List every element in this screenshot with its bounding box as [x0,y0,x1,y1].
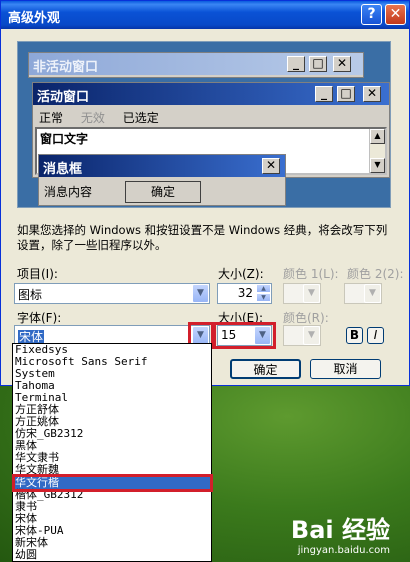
scroll-up-icon: ▲ [370,129,385,144]
active-window-title: 活动窗口 [33,83,389,105]
list-item[interactable]: 宋体-PUA [13,524,211,537]
spin-down-icon[interactable]: ▼ [256,293,271,302]
chevron-down-icon[interactable]: ▼ [192,284,209,303]
maximize-icon: □ [337,86,355,102]
inactive-window: 非活动窗口 _ □ ✕ [28,52,364,78]
preview-scrollbar: ▲ ▼ [369,129,385,173]
item-select-value: 图标 [18,288,43,302]
close-icon: ✕ [262,158,280,174]
font-color-picker: ▼ [283,325,321,346]
maximize-icon: □ [309,56,327,72]
color2-label: 颜色 2(2): [347,267,404,281]
cancel-button[interactable]: 取消 [310,359,381,379]
advanced-appearance-dialog: 高级外观 ? ✕ 非活动窗口 _ □ ✕ 活动窗口 _ □ ✕ 正常 无效 已选… [0,0,410,386]
item-label: 项目(I): [17,267,58,281]
color1-label: 颜色 1(L): [283,267,339,281]
dialog-title: 高级外观 [8,11,61,26]
close-button[interactable]: ✕ [385,4,406,25]
chevron-down-icon: ▼ [364,284,381,303]
size-label: 大小(Z): [218,267,264,281]
message-box-text: 消息内容 [44,185,93,199]
size-spinner-value: 32 [237,286,253,300]
highlight-box-font-size [213,322,276,349]
dialog-titlebar[interactable]: 高级外观 ? ✕ [1,1,409,29]
message-box: 消息框 ✕ 消息内容 确定 [38,154,286,206]
list-item[interactable]: 幼圆 [13,548,211,561]
color1-picker: ▼ [283,283,321,304]
menu-normal: 正常 [39,111,64,125]
watermark-url: jingyan.baidu.com [297,545,390,556]
preview-area: 非活动窗口 _ □ ✕ 活动窗口 _ □ ✕ 正常 无效 已选定 窗口文字 ▲ … [17,41,391,208]
list-item[interactable]: 仿宋_GB2312 [13,428,211,440]
watermark-brand: Bai 经验 [290,516,390,544]
ok-button[interactable]: 确定 [230,359,301,379]
italic-button[interactable]: I [367,327,384,344]
window-text: 窗口文字 [40,132,89,146]
chevron-down-icon: ▼ [303,284,320,303]
message-box-ok-button: 确定 [125,181,201,203]
highlight-box-selected-font [12,474,213,492]
minimize-icon: _ [287,56,305,72]
item-select[interactable]: 图标 ▼ [14,283,210,304]
bold-button[interactable]: B [346,327,363,344]
message-box-title: 消息框 [39,155,285,177]
list-item[interactable]: 新宋体 [13,536,211,549]
close-icon: ✕ [333,56,351,72]
font-dropdown-list[interactable]: Fixedsys Microsoft Sans Serif System Tah… [12,343,212,562]
chevron-down-icon: ▼ [303,326,320,345]
menu-disabled: 无效 [80,111,105,125]
baidu-watermark: Bai 经验 jingyan.baidu.com [291,510,390,556]
preview-menu: 正常 无效 已选定 [39,109,173,126]
font-color-label: 颜色(R): [283,311,329,325]
description-text: 如果您选择的 Windows 和按钮设置不是 Windows 经典，将会改写下列… [17,223,388,252]
help-button[interactable]: ? [361,4,382,25]
font-label: 字体(F): [17,311,62,325]
menu-selected: 已选定 [122,111,159,125]
size-spinner[interactable]: 32 ▲ ▼ [217,283,272,304]
list-item[interactable]: 隶书 [13,500,211,513]
scroll-down-icon: ▼ [370,158,385,173]
minimize-icon: _ [315,86,333,102]
close-icon: ✕ [363,86,381,102]
font-select-value: 宋体 [18,330,45,344]
color2-picker: ▼ [344,283,382,304]
spin-up-icon[interactable]: ▲ [256,284,271,293]
list-item[interactable]: 宋体 [13,512,211,525]
